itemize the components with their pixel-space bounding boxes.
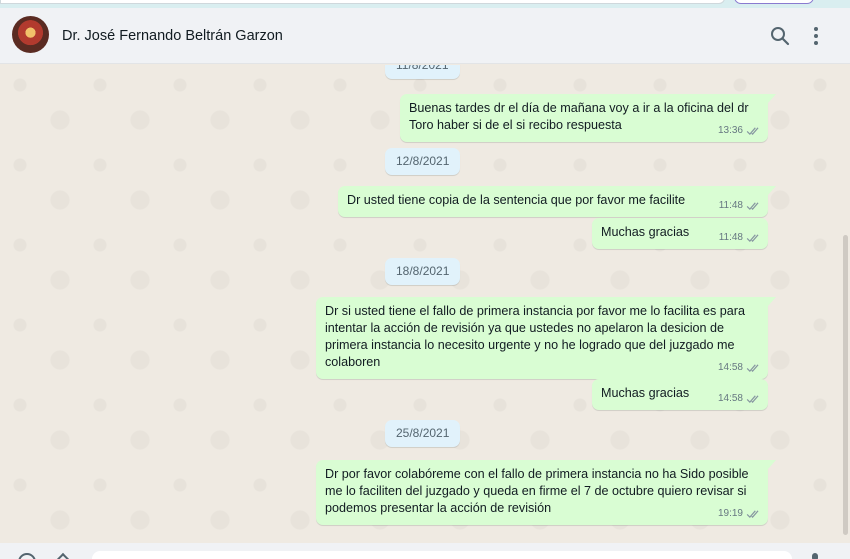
kebab-menu-icon[interactable] [804,24,828,48]
message-time: 13:36 [717,125,743,136]
date-chip: 11/8/2021 [385,65,460,79]
browser-profile-pill[interactable] [734,0,814,4]
read-double-check-icon [746,201,759,210]
date-chip: 12/8/2021 [385,148,461,175]
outgoing-message[interactable]: Muchas gracias 14:58 [592,379,768,410]
message-meta: 13:36 [718,122,761,139]
message-time: 14:58 [717,362,743,373]
message-text: Dr por favor colabóreme con el fallo de … [325,467,749,515]
message-text: Dr usted tiene copia de la sentencia que… [347,193,686,207]
search-icon[interactable] [768,24,792,48]
microphone-icon[interactable] [812,553,818,559]
message-meta: 14:58 [718,390,761,407]
read-double-check-icon [746,363,759,372]
browser-top-strip [0,0,850,8]
read-double-check-icon [746,509,759,518]
date-chip: 18/8/2021 [385,258,461,285]
message-meta: 19:19 [718,505,761,522]
contact-avatar[interactable] [12,16,49,53]
message-meta: 14:58 [718,359,761,376]
emoji-icon[interactable] [18,553,36,559]
message-list[interactable]: 11/8/2021 Buenas tardes dr el día de mañ… [0,65,840,543]
attach-icon[interactable] [55,552,71,559]
message-text: Dr si usted tiene el fallo de primera in… [325,304,745,369]
outgoing-message[interactable]: Muchas gracias 11:48 [592,218,768,249]
outgoing-message[interactable]: Dr usted tiene copia de la sentencia que… [338,186,776,217]
date-chip: 25/8/2021 [385,420,461,447]
contact-name[interactable]: Dr. José Fernando Beltrán Garzon [62,28,283,44]
browser-address-bar[interactable] [0,0,725,4]
message-meta: 11:48 [719,229,761,246]
read-double-check-icon [746,394,759,403]
message-time: 11:48 [718,200,743,211]
outgoing-message[interactable]: Dr por favor colabóreme con el fallo de … [316,460,776,525]
chat-scrollbar[interactable] [841,65,850,543]
read-double-check-icon [746,126,759,135]
message-time: 11:48 [718,232,743,243]
message-time: 19:19 [717,508,743,519]
message-meta: 11:48 [719,197,761,214]
chat-header: Dr. José Fernando Beltrán Garzon [0,8,850,64]
scrollbar-thumb[interactable] [843,235,848,535]
message-input[interactable] [92,551,792,559]
compose-bar [0,543,850,559]
message-text: Buenas tardes dr el día de mañana voy a … [409,101,749,132]
message-time: 14:58 [717,393,743,404]
outgoing-message[interactable]: Buenas tardes dr el día de mañana voy a … [400,94,776,142]
outgoing-message[interactable]: Dr si usted tiene el fallo de primera in… [316,297,776,379]
read-double-check-icon [746,233,759,242]
